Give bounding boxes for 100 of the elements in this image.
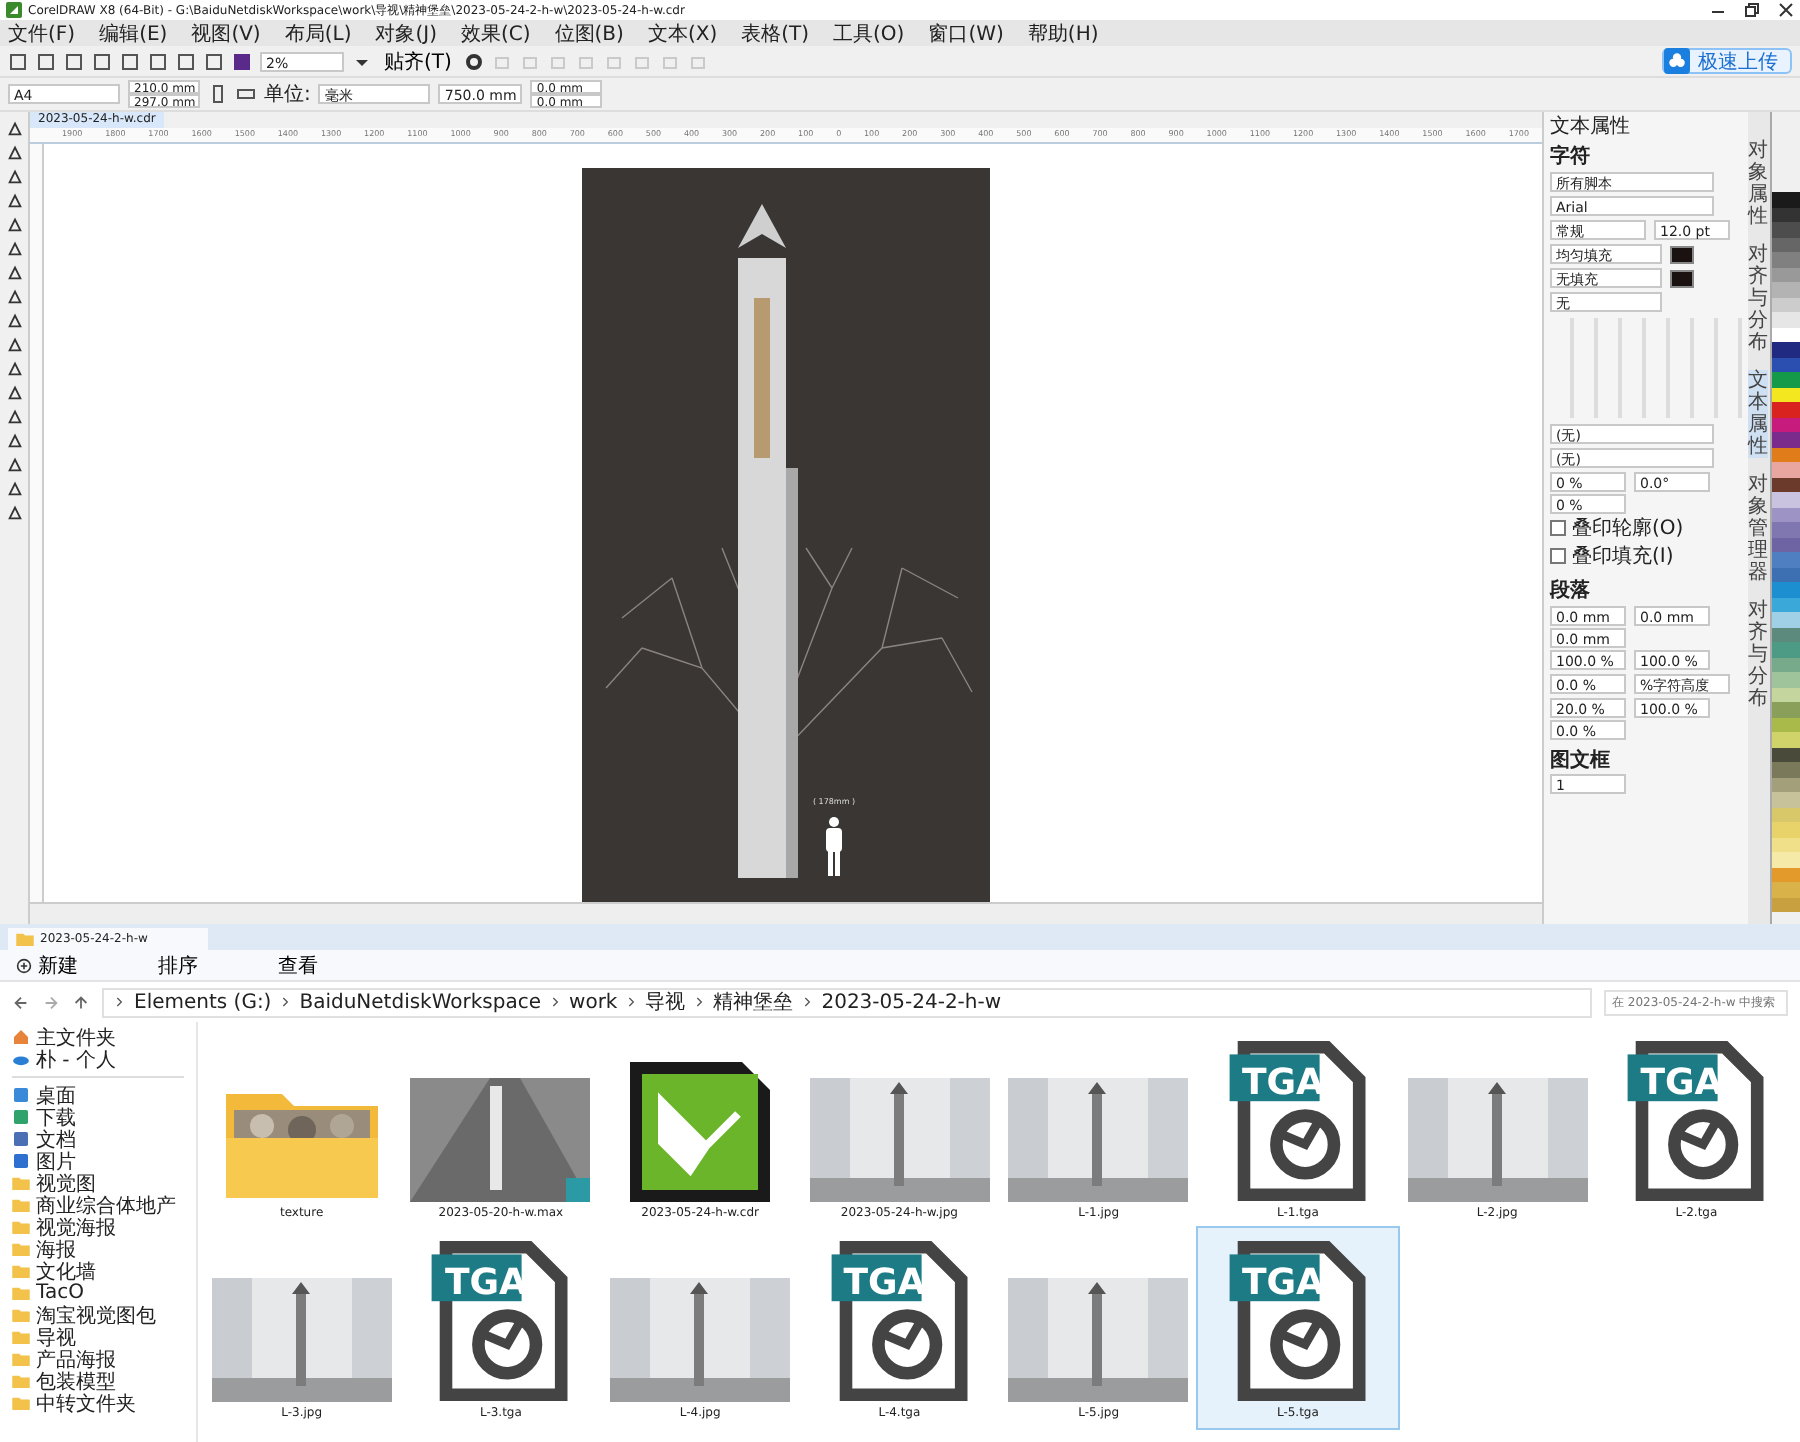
path-segment[interactable]: work xyxy=(569,991,618,1013)
docker-tab[interactable]: 对象管理器 xyxy=(1748,474,1768,584)
palette-swatch[interactable] xyxy=(1772,342,1800,357)
snap-button[interactable]: 贴齐(T) xyxy=(380,47,456,75)
menu-item[interactable]: 视图(V) xyxy=(191,19,261,47)
menu-item[interactable]: 表格(T) xyxy=(741,19,810,47)
chevron-icon xyxy=(281,996,290,1008)
palette-swatch[interactable] xyxy=(1772,252,1800,267)
sidebar-item[interactable]: 文档 xyxy=(12,1128,196,1150)
toolbar-icon xyxy=(687,51,708,71)
sidebar-item[interactable]: 文化墙 xyxy=(12,1260,196,1282)
toolbar-icon xyxy=(519,51,540,71)
menu-item[interactable]: 工具(O) xyxy=(833,19,905,47)
palette-swatch[interactable] xyxy=(1772,222,1800,237)
docker-tab[interactable]: 对齐与分布 xyxy=(1748,244,1768,354)
sidebar-item[interactable]: 视觉图 xyxy=(12,1172,196,1194)
sidebar-item[interactable]: TacO xyxy=(12,1282,196,1304)
palette-swatch[interactable] xyxy=(1772,672,1800,687)
tga-file-icon xyxy=(1624,1040,1769,1202)
sidebar-item[interactable]: 桌面 xyxy=(12,1084,196,1106)
menu-item[interactable]: 位图(B) xyxy=(554,19,624,47)
palette-swatch[interactable] xyxy=(1772,642,1800,657)
checkbox[interactable] xyxy=(1550,520,1566,536)
section-heading[interactable]: 图文框 xyxy=(1550,750,1610,772)
menu-item[interactable]: 布局(L) xyxy=(284,19,352,47)
tga-file-icon xyxy=(827,1240,972,1402)
palette-swatch[interactable] xyxy=(1772,372,1800,387)
sidebar-item[interactable]: 中转文件夹 xyxy=(12,1392,196,1414)
menu-item[interactable]: 效果(C) xyxy=(460,19,531,47)
palette-swatch[interactable] xyxy=(1772,282,1800,297)
palette-swatch[interactable] xyxy=(1772,522,1800,537)
file-type-label: TGA xyxy=(1241,1062,1324,1104)
palette-swatch[interactable] xyxy=(1772,462,1800,477)
path-segment[interactable]: 2023-05-24-2-h-w xyxy=(821,991,1002,1013)
color-icon[interactable] xyxy=(232,51,252,71)
toolbar-icon xyxy=(491,51,512,71)
palette-swatch[interactable] xyxy=(1772,402,1800,417)
back-icon[interactable] xyxy=(12,993,30,1011)
path-segment[interactable]: 精神堡垒 xyxy=(713,988,794,1016)
sidebar-item[interactable]: 产品海报 xyxy=(12,1348,196,1370)
chevron-icon xyxy=(695,996,704,1008)
palette-swatch[interactable] xyxy=(1772,432,1800,447)
palette-swatch[interactable] xyxy=(1772,312,1800,327)
address-bar[interactable]: Elements (G:) BaiduNetdiskWorkspace work 导视 精神堡垒 2023-05-24-2-h-w xyxy=(102,987,1592,1017)
palette-swatch[interactable] xyxy=(1772,732,1800,747)
docker-tab[interactable]: 对齐与分布 xyxy=(1748,600,1768,710)
palette-swatch[interactable] xyxy=(1772,822,1800,837)
palette-swatch[interactable] xyxy=(1772,702,1800,717)
sidebar-item[interactable]: 导视 xyxy=(12,1326,196,1348)
sidebar-item[interactable]: 主文件夹 xyxy=(12,1026,196,1048)
landscape-icon[interactable] xyxy=(236,84,256,104)
menu-item[interactable]: 窗口(W) xyxy=(928,19,1004,47)
sidebar-item[interactable]: 商业综合体地产 xyxy=(12,1194,196,1216)
palette-swatch[interactable] xyxy=(1772,762,1800,777)
palette-swatch[interactable] xyxy=(1772,582,1800,597)
palette-swatch[interactable] xyxy=(1772,492,1800,507)
checkbox[interactable] xyxy=(1550,548,1566,564)
color-swatch[interactable] xyxy=(1670,269,1694,287)
up-icon[interactable] xyxy=(72,993,90,1011)
forward-icon[interactable] xyxy=(42,993,60,1011)
sidebar-item[interactable]: 图片 xyxy=(12,1150,196,1172)
palette-swatch[interactable] xyxy=(1772,612,1800,627)
sidebar-item[interactable]: 下载 xyxy=(12,1106,196,1128)
path-segment[interactable]: Elements (G:) xyxy=(134,991,272,1013)
docker-tab[interactable]: 文本属性 xyxy=(1748,370,1768,458)
new-button[interactable]: 新建 xyxy=(16,951,78,979)
palette-swatch[interactable] xyxy=(1772,192,1800,207)
palette-swatch[interactable] xyxy=(1772,852,1800,867)
path-segment[interactable]: BaiduNetdiskWorkspace xyxy=(299,991,542,1013)
checkbox-label: 叠印填充(I) xyxy=(1572,543,1674,570)
view-button[interactable]: 查看 xyxy=(278,951,318,979)
portrait-icon[interactable] xyxy=(208,84,228,104)
upload-button[interactable]: 极速上传 xyxy=(1662,48,1792,74)
sidebar-item[interactable]: 视觉海报 xyxy=(12,1216,196,1238)
folder-icon xyxy=(16,932,34,946)
tga-file-icon xyxy=(428,1240,573,1402)
path-segment[interactable]: 导视 xyxy=(645,988,686,1016)
sort-button[interactable]: 排序 xyxy=(158,951,198,979)
section-heading[interactable]: 段落 xyxy=(1550,580,1590,602)
restore-icon[interactable] xyxy=(1744,2,1760,18)
section-heading[interactable]: 字符 xyxy=(1550,146,1590,168)
palette-swatch[interactable] xyxy=(1772,552,1800,567)
palette-swatch[interactable] xyxy=(1772,882,1800,897)
gear-icon[interactable] xyxy=(463,51,484,71)
docker-tab[interactable]: 对象属性 xyxy=(1748,140,1768,228)
file-type-label: TGA xyxy=(843,1262,926,1304)
cdr-file-icon xyxy=(630,1062,771,1202)
palette-swatch[interactable] xyxy=(1772,792,1800,807)
file-type-label: TGA xyxy=(1241,1262,1324,1304)
sidebar-item[interactable]: 淘宝视觉图包 xyxy=(12,1304,196,1326)
sidebar-item[interactable]: 包装模型 xyxy=(12,1370,196,1392)
menu-item[interactable]: 帮助(H) xyxy=(1027,19,1099,47)
menu-item[interactable]: 文本(X) xyxy=(647,19,718,47)
menu-item[interactable]: 文件(F) xyxy=(8,19,76,47)
sidebar-item[interactable]: 朴 - 个人 xyxy=(12,1048,196,1070)
sidebar-item[interactable]: 海报 xyxy=(12,1238,196,1260)
close-icon[interactable] xyxy=(1778,2,1794,18)
color-swatch[interactable] xyxy=(1670,245,1694,263)
menu-item[interactable]: 对象(J) xyxy=(375,19,437,47)
menu-item[interactable]: 编辑(E) xyxy=(99,19,168,47)
